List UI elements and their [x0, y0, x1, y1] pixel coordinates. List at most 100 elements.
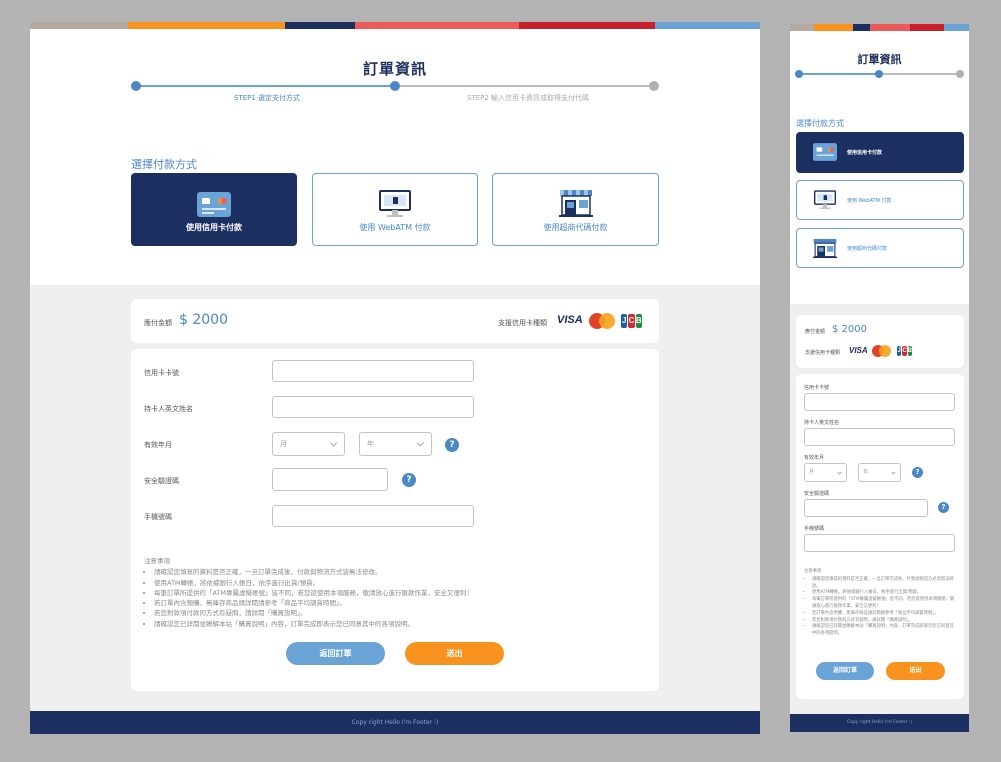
notes-item: 請確認您填寫的資料是否正確，一旦訂單完成後，付款與物流方式皆無法修改。	[812, 577, 956, 591]
amount-panel: 應付金額 $ 2000 支援信用卡種類 VISA J C B	[796, 315, 964, 368]
color-bar-segment	[790, 24, 814, 31]
credit-card-icon	[197, 192, 231, 217]
color-bar-segment	[519, 22, 655, 29]
expiry-label: 有效年月	[804, 455, 825, 461]
pay-store-code-option[interactable]: 使用超商代碼付款	[796, 228, 964, 268]
cvv-help-icon[interactable]: ?	[938, 502, 949, 513]
expiry-year-select[interactable]: 年	[359, 432, 432, 456]
phone-label: 手機號碼	[804, 526, 825, 532]
amount-panel: 應付金額 $ 2000 支援信用卡種類 VISA J C B	[131, 299, 659, 343]
page-title: 訂單資訊	[857, 53, 902, 66]
amount-value: $ 2000	[832, 324, 867, 335]
phone-input[interactable]	[804, 534, 955, 552]
pay-credit-card-label: 使用信用卡付款	[847, 150, 883, 156]
expiry-help-icon[interactable]: ?	[912, 467, 923, 478]
card-form-panel: 信用卡卡號 持卡人英文姓名 有效年月 月 年 ? 安全驗證碼 ? 手機號碼 注意…	[796, 374, 964, 699]
chevron-down-icon	[416, 439, 425, 447]
step-dot-middle	[390, 81, 400, 91]
step-progress-line	[799, 73, 879, 75]
holder-name-input[interactable]	[804, 428, 955, 446]
monitor-icon	[814, 190, 836, 209]
notes-item: 請確認您已詳閱並瞭解本站「購買說明」內容，訂單完成即表示您已同意其中的各項說明。	[154, 619, 644, 629]
step-dot-end	[956, 70, 964, 78]
cvv-input[interactable]	[272, 468, 388, 491]
supported-cards-label: 支援信用卡種類	[805, 350, 841, 356]
submit-button[interactable]: 送出	[405, 642, 504, 665]
submit-button[interactable]: 送出	[886, 662, 945, 680]
notes-item: 每筆訂單所提供的「ATM專屬虛擬帳號」皆不同，若您欲使用本項服務，敬請放心進行匯…	[812, 597, 956, 611]
card-number-input[interactable]	[272, 360, 474, 382]
card-number-label: 信用卡卡號	[144, 369, 179, 377]
holder-name-input[interactable]	[272, 396, 474, 418]
expiry-help-icon[interactable]: ?	[445, 438, 459, 452]
expiry-month-select[interactable]: 月	[272, 432, 345, 456]
step-remaining-line	[395, 85, 654, 87]
pay-webatm-label: 使用 WebATM 付款	[359, 223, 431, 232]
step1-label: STEP1 選定支付方式	[234, 94, 301, 102]
chevron-down-icon	[891, 469, 896, 475]
notes-item: 若您對款項付款的方式有疑問，請詳閱「購買說明」。	[154, 608, 644, 618]
pay-store-code-label: 使用超商代碼付款	[847, 246, 888, 252]
notes-item: 若訂單內含預購，無庫存商品請詳閱請參考「商品平均調貨時間」。	[154, 598, 644, 608]
pay-credit-card-option[interactable]: 使用信用卡付款	[131, 173, 297, 246]
step-dot-start	[131, 81, 141, 91]
color-bar-segment	[814, 24, 853, 31]
supported-cards-label: 支援信用卡種類	[498, 319, 547, 327]
cvv-help-icon[interactable]: ?	[402, 473, 416, 487]
mastercard-icon	[589, 313, 615, 329]
cvv-input[interactable]	[804, 499, 928, 517]
expiry-label: 有效年月	[144, 441, 172, 449]
notes-item: 每筆訂單所提供的「ATM專屬虛擬帳號」皆不同，若您欲使用本項服務，敬請放心進行匯…	[154, 588, 644, 598]
color-bar-segment	[910, 24, 944, 31]
footer: Copy right Hello I'm Footer :)	[30, 711, 760, 734]
cvv-label: 安全驗證碼	[144, 477, 179, 485]
pay-webatm-option[interactable]: 使用 WebATM 付款	[796, 180, 964, 220]
cvv-label: 安全驗證碼	[804, 491, 830, 497]
year-placeholder: 年	[863, 469, 869, 475]
monitor-icon	[379, 190, 411, 217]
year-placeholder: 年	[367, 440, 374, 448]
step-dot-start	[795, 70, 803, 78]
expiry-month-select[interactable]: 月	[804, 463, 847, 482]
pay-credit-card-label: 使用信用卡付款	[186, 223, 242, 232]
color-bar-segment	[355, 22, 519, 29]
expiry-year-select[interactable]: 年	[858, 463, 901, 482]
amount-label: 應付金額	[805, 329, 826, 335]
visa-logo: VISA	[557, 314, 583, 326]
jcb-logo: J C B	[897, 346, 912, 356]
color-bar-segment	[285, 22, 355, 29]
card-form-panel: 信用卡卡號 持卡人英文姓名 有效年月 月 年 ? 安全驗證碼 ? 手機號碼 注意…	[131, 349, 659, 691]
card-number-label: 信用卡卡號	[804, 385, 830, 391]
phone-label: 手機號碼	[144, 513, 172, 521]
notes-item: 請確認您已詳閱並瞭解本站「購買說明」內容，訂單完成即表示您已同意其中的各項說明。	[812, 624, 956, 638]
back-to-order-button[interactable]: 返回訂單	[286, 642, 385, 665]
amount-value: $ 2000	[179, 312, 228, 328]
notes-block: 注意事項 請確認您填寫的資料是否正確，一旦訂單完成後，付款與物流方式皆無法修改。…	[144, 556, 644, 629]
notes-title: 注意事項	[804, 569, 822, 574]
step-dot-end	[649, 81, 659, 91]
page-title: 訂單資訊	[362, 60, 427, 78]
amount-label: 應付金額	[144, 319, 172, 327]
desktop-preview: 訂單資訊 STEP1 選定支付方式 STEP2 輸入信用卡資訊或取得支付代碼 選…	[30, 22, 760, 734]
pay-credit-card-option[interactable]: 使用信用卡付款	[796, 132, 964, 173]
pay-store-code-label: 使用超商代碼付款	[543, 223, 608, 232]
mastercard-icon	[872, 345, 891, 357]
phone-input[interactable]	[272, 505, 474, 527]
credit-card-icon	[813, 143, 837, 161]
color-bar-segment	[944, 24, 969, 31]
holder-name-label: 持卡人英文姓名	[144, 405, 193, 413]
visa-logo: VISA	[849, 346, 868, 355]
month-placeholder: 月	[280, 440, 287, 448]
back-to-order-button[interactable]: 返回訂單	[816, 662, 874, 680]
notes-item: 使用ATM轉帳，將依據銀行入帳日，依序進行出貨/預貨。	[154, 578, 644, 588]
color-bar-segment	[128, 22, 285, 29]
step-progress-line	[136, 85, 395, 87]
card-number-input[interactable]	[804, 393, 955, 411]
notes-title: 注意事項	[144, 557, 170, 565]
holder-name-label: 持卡人英文姓名	[804, 420, 840, 426]
color-bar-segment	[655, 22, 760, 29]
notes-item: 若訂單內含預購，無庫存商品請詳閱請參考「商品平均調貨時間」。	[812, 611, 956, 618]
pay-store-code-option[interactable]: 使用超商代碼付款	[492, 173, 659, 246]
chevron-down-icon	[329, 439, 338, 447]
pay-webatm-option[interactable]: 使用 WebATM 付款	[312, 173, 478, 246]
